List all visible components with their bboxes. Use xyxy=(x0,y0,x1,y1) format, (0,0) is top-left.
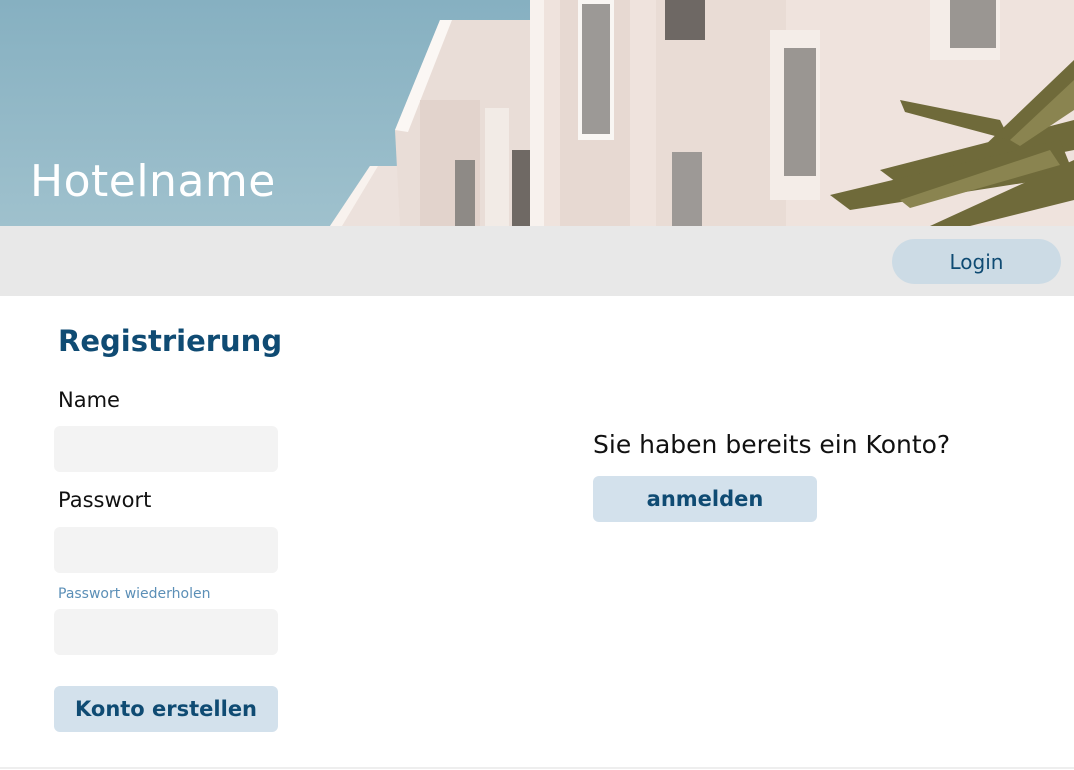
existing-account-question: Sie haben bereits ein Konto? xyxy=(593,430,951,459)
name-label: Name xyxy=(58,388,120,412)
registration-title: Registrierung xyxy=(58,324,283,358)
sign-in-button[interactable]: anmelden xyxy=(593,476,817,522)
repeat-password-field[interactable] xyxy=(54,609,278,655)
login-button[interactable]: Login xyxy=(892,239,1061,284)
password-field[interactable] xyxy=(54,527,278,573)
hero-banner: Hotelname xyxy=(0,0,1074,226)
repeat-password-label: Passwort wiederholen xyxy=(58,586,211,602)
footer-divider xyxy=(0,767,1074,769)
password-label: Passwort xyxy=(58,488,152,512)
hotel-name-title: Hotelname xyxy=(30,156,276,207)
name-field[interactable] xyxy=(54,426,278,472)
navigation-bar: Login xyxy=(0,226,1074,296)
create-account-button[interactable]: Konto erstellen xyxy=(54,686,278,732)
